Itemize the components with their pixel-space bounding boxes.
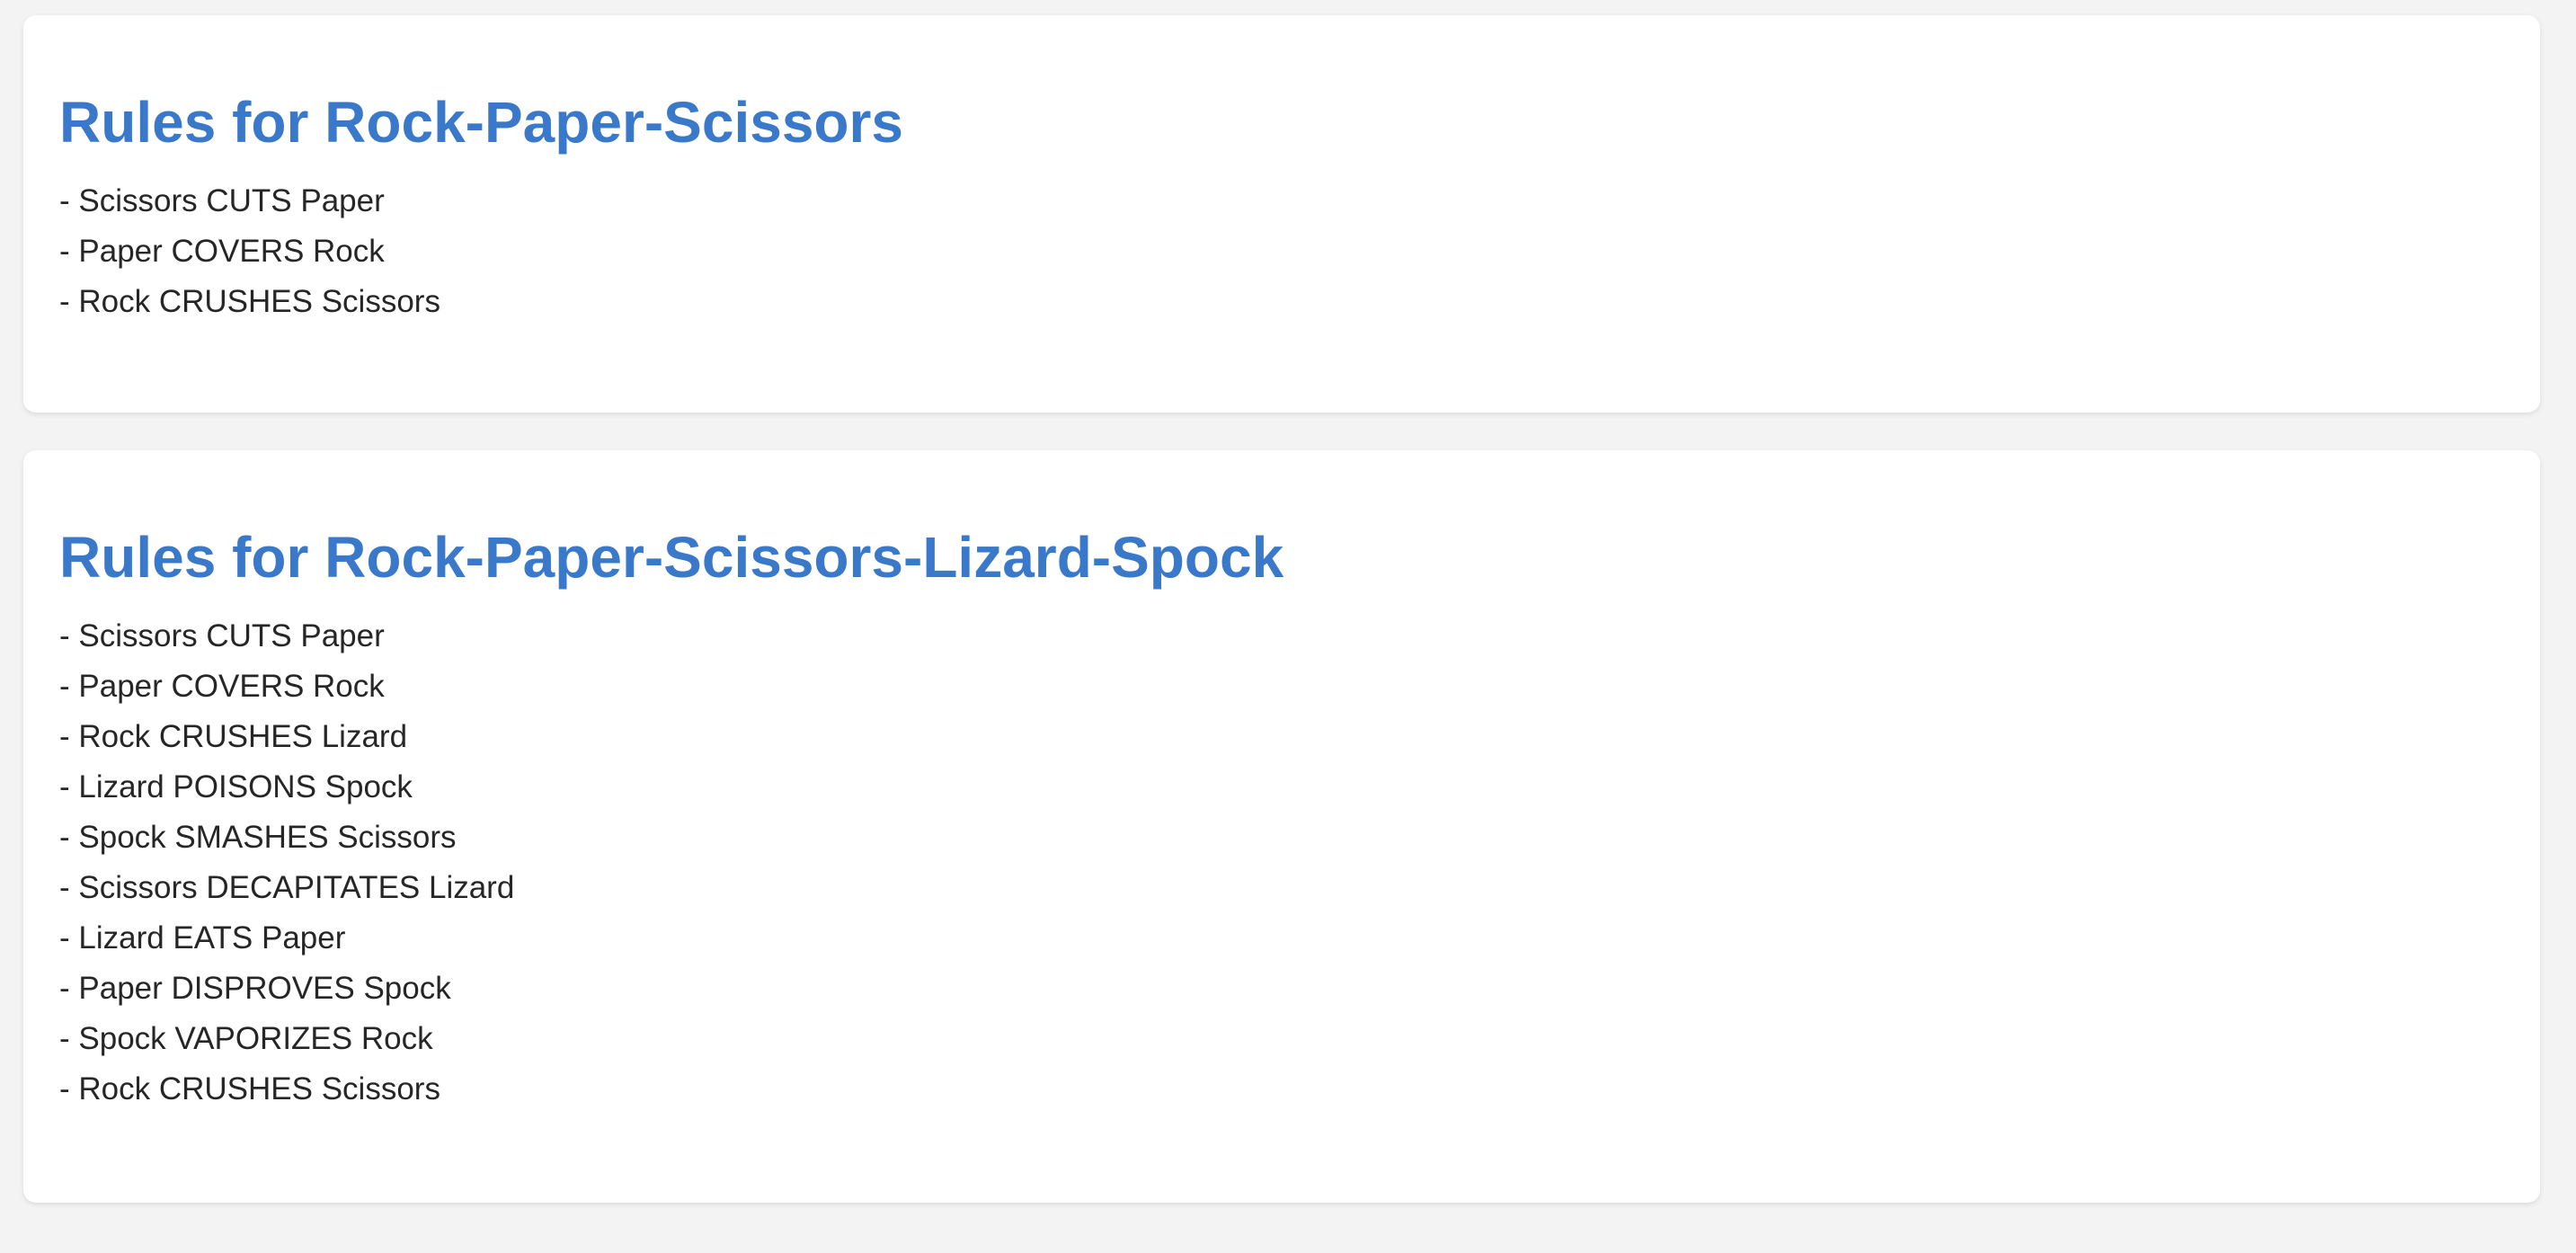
rule-item: - Paper DISPROVES Spock [59, 971, 451, 1006]
rule-item: - Spock SMASHES Scissors [59, 820, 457, 855]
rps-rules-title: Rules for Rock-Paper-Scissors [59, 90, 903, 155]
rpsls-rules-list: - Scissors CUTS Paper - Paper COVERS Roc… [59, 611, 2540, 1115]
rule-item: - Rock CRUSHES Lizard [59, 719, 408, 754]
rps-rules-card: Rules for Rock-Paper-Scissors - Scissors… [23, 15, 2540, 413]
rule-item: - Lizard EATS Paper [59, 920, 346, 955]
rule-item: - Scissors DECAPITATES Lizard [59, 870, 515, 905]
rule-item: - Scissors CUTS Paper [59, 183, 385, 218]
rule-item: - Lizard POISONS Spock [59, 769, 413, 804]
rpsls-rules-card: Rules for Rock-Paper-Scissors-Lizard-Spo… [23, 450, 2540, 1203]
rule-item: - Paper COVERS Rock [59, 669, 385, 704]
rule-item: - Rock CRUSHES Scissors [59, 284, 440, 319]
rule-item: - Scissors CUTS Paper [59, 618, 385, 653]
rule-item: - Rock CRUSHES Scissors [59, 1071, 440, 1106]
rule-item: - Paper COVERS Rock [59, 234, 385, 269]
rps-rules-list: - Scissors CUTS Paper - Paper COVERS Roc… [59, 176, 2540, 327]
rule-item: - Spock VAPORIZES Rock [59, 1021, 433, 1056]
rpsls-rules-title: Rules for Rock-Paper-Scissors-Lizard-Spo… [59, 525, 1284, 590]
